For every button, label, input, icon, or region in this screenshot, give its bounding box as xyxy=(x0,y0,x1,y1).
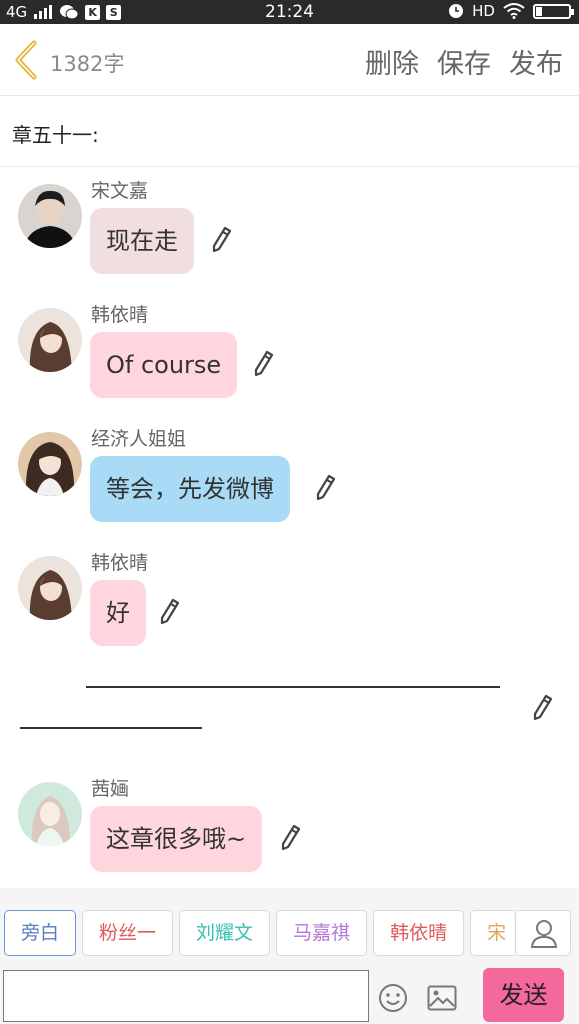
character-chip-narrator[interactable]: 旁白 xyxy=(4,910,77,956)
battery-icon xyxy=(533,3,574,19)
composer-panel: 旁白 粉丝一 刘耀文 马嘉祺 韩依晴宋 发送 xyxy=(0,888,579,1024)
avatar-hanyiqing[interactable] xyxy=(18,556,82,620)
message-input[interactable] xyxy=(3,970,369,1022)
alarm-icon xyxy=(449,4,464,18)
character-chip-liuyaowen[interactable]: 刘耀文 xyxy=(179,910,271,956)
sender-name: 茜婳 xyxy=(91,778,130,800)
character-selector: 旁白 粉丝一 刘耀文 马嘉祺 韩依晴宋 xyxy=(4,910,514,956)
character-chip-fan-one[interactable]: 粉丝一 xyxy=(82,910,174,956)
edit-pencil-icon[interactable] xyxy=(531,694,553,722)
edit-pencil-icon[interactable] xyxy=(210,226,232,254)
edit-pencil-icon[interactable] xyxy=(252,350,274,378)
edit-pencil-icon[interactable] xyxy=(158,598,180,626)
divider-line xyxy=(20,727,202,729)
avatar-agent-sister[interactable] xyxy=(18,432,82,496)
chapter-title: 章五十一: xyxy=(12,123,99,147)
send-button[interactable]: 发送 xyxy=(483,968,564,1022)
image-icon[interactable] xyxy=(427,985,457,1011)
avatar-hanyiqing[interactable] xyxy=(18,308,82,372)
sender-name: 宋文嘉 xyxy=(91,180,149,202)
back-arrow-icon[interactable] xyxy=(10,40,44,80)
status-right: HD xyxy=(448,2,574,20)
message-bubble[interactable]: 这章很多哦~ xyxy=(90,806,263,872)
avatar-songwenjia[interactable] xyxy=(18,184,82,248)
divider-line xyxy=(86,686,500,688)
user-icon xyxy=(530,920,558,948)
publish-button[interactable]: 发布 xyxy=(509,42,563,81)
character-chip-hanyiqing[interactable]: 韩依晴 xyxy=(373,910,465,956)
hd-label: HD xyxy=(472,2,495,20)
message-bubble[interactable]: 现在走 xyxy=(90,208,194,274)
sender-name: 韩依晴 xyxy=(91,552,149,574)
message-bubble[interactable]: Of course xyxy=(90,332,238,398)
narration-divider[interactable] xyxy=(0,670,579,750)
save-button[interactable]: 保存 xyxy=(437,42,491,81)
sender-name: 韩依晴 xyxy=(91,304,149,326)
character-chip-majiaqi[interactable]: 马嘉祺 xyxy=(276,910,368,956)
edit-pencil-icon[interactable] xyxy=(279,824,301,852)
header-actions: 删除 保存 发布 xyxy=(365,42,563,81)
message-bubble[interactable]: 等会，先发微博 xyxy=(90,456,290,522)
character-chip-song[interactable]: 宋 xyxy=(470,910,514,956)
wifi-icon xyxy=(503,3,525,19)
emoji-icon[interactable] xyxy=(378,983,408,1013)
status-bar: 4G K S 21:24 HD xyxy=(0,0,579,24)
editor-header: 1382字 删除 保存 发布 xyxy=(0,24,579,96)
message-bubble[interactable]: 好 xyxy=(90,580,146,646)
avatar-qianhua[interactable] xyxy=(18,782,82,846)
delete-button[interactable]: 删除 xyxy=(365,42,419,81)
edit-pencil-icon[interactable] xyxy=(314,474,336,502)
add-character-button[interactable] xyxy=(515,910,571,956)
sender-name: 经济人姐姐 xyxy=(91,428,187,450)
word-count: 1382字 xyxy=(50,52,125,76)
chapter-title-bar[interactable]: 章五十一: xyxy=(0,97,579,167)
